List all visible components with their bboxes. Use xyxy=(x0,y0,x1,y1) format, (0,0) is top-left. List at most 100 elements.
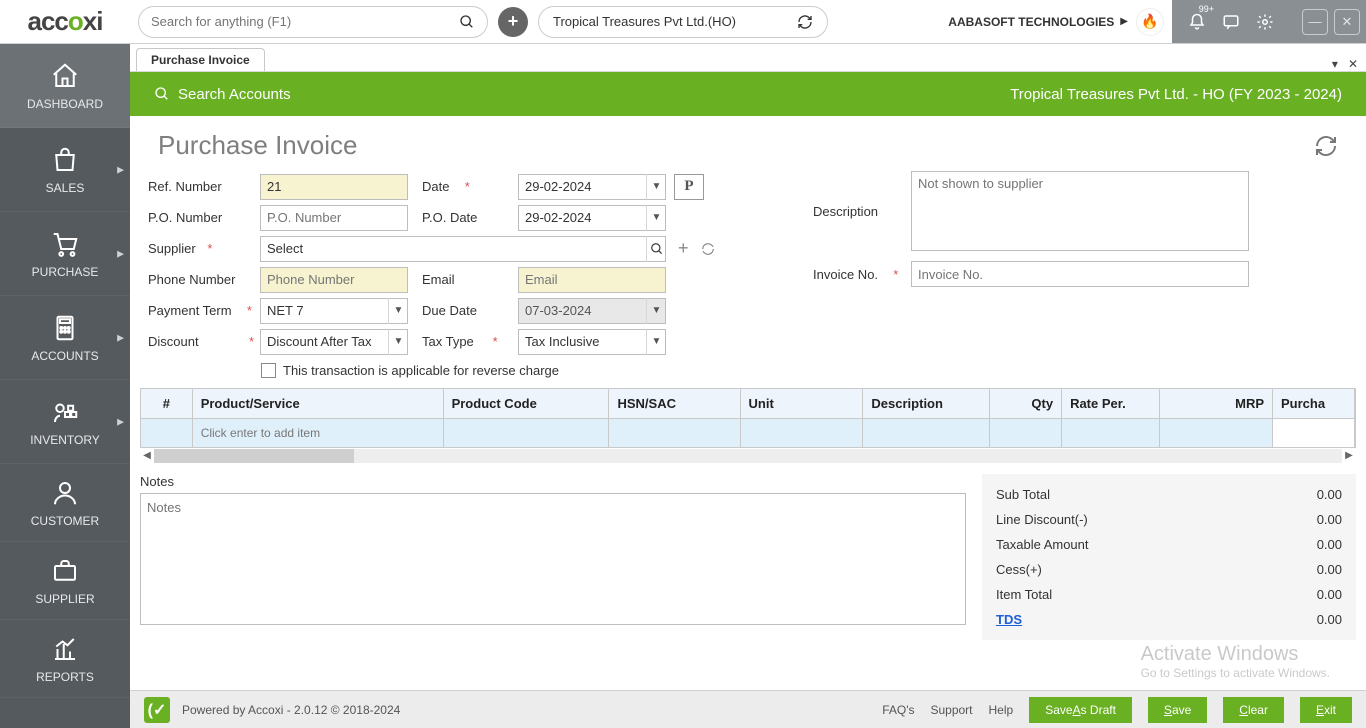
icon-cluster: 99+ xyxy=(1172,0,1290,43)
scroll-right-icon[interactable]: ▶ xyxy=(1342,450,1356,461)
sidebar-item-dashboard[interactable]: DASHBOARD xyxy=(0,44,130,128)
add-supplier-icon[interactable]: + xyxy=(678,238,689,259)
date-input[interactable] xyxy=(518,174,666,200)
col-unit[interactable]: Unit xyxy=(740,389,863,419)
col-desc[interactable]: Description xyxy=(863,389,990,419)
chat-icon[interactable] xyxy=(1214,0,1248,43)
minimize-button[interactable]: — xyxy=(1302,9,1328,35)
chevron-right-icon: ▶ xyxy=(117,332,124,343)
col-hsn[interactable]: HSN/SAC xyxy=(609,389,740,419)
ref-number-input[interactable] xyxy=(260,174,408,200)
sidebar-item-sales[interactable]: SALES ▶ xyxy=(0,128,130,212)
sidebar-item-purchase[interactable]: PURCHASE ▶ xyxy=(0,212,130,296)
notifications-icon[interactable]: 99+ xyxy=(1180,0,1214,43)
table-row[interactable]: Click enter to add item xyxy=(141,419,1355,447)
sidebar-item-label: SALES xyxy=(46,181,85,195)
description-textarea[interactable] xyxy=(911,171,1249,251)
invoice-no-input[interactable] xyxy=(911,261,1249,287)
notes-textarea[interactable] xyxy=(140,493,966,625)
save-draft-button[interactable]: Save As Draft xyxy=(1029,697,1132,723)
reverse-charge-checkbox[interactable] xyxy=(261,363,276,378)
add-button[interactable]: + xyxy=(498,7,528,37)
tab-close-icon[interactable]: ✕ xyxy=(1348,57,1358,71)
phone-label: Phone Number xyxy=(148,272,260,287)
date-label: Date * xyxy=(422,179,518,194)
tab-purchase-invoice[interactable]: Purchase Invoice xyxy=(136,48,265,71)
sidebar-item-label: REPORTS xyxy=(36,670,94,684)
tab-dropdown-icon[interactable]: ▾ xyxy=(1332,57,1338,71)
scroll-left-icon[interactable]: ◀ xyxy=(140,450,154,461)
col-qty[interactable]: Qty xyxy=(990,389,1062,419)
company-name: Tropical Treasures Pvt Ltd.(HO) xyxy=(553,14,736,29)
help-link[interactable]: Help xyxy=(989,703,1014,717)
sidebar-item-supplier[interactable]: SUPPLIER xyxy=(0,542,130,620)
powered-by: Powered by Accoxi - 2.0.12 © 2018-2024 xyxy=(182,703,400,717)
col-product[interactable]: Product/Service xyxy=(192,389,443,419)
settings-icon[interactable] xyxy=(1248,0,1282,43)
chevron-right-icon: ▶ xyxy=(117,416,124,427)
sidebar: DASHBOARD SALES ▶ PURCHASE ▶ ACCOUNTS ▶ … xyxy=(0,44,130,728)
support-link[interactable]: Support xyxy=(930,703,972,717)
sidebar-item-inventory[interactable]: INVENTORY ▶ xyxy=(0,380,130,464)
refresh-icon[interactable] xyxy=(1314,134,1338,158)
notes-label: Notes xyxy=(140,474,966,489)
save-button[interactable]: Save xyxy=(1148,697,1207,723)
clear-button[interactable]: Clear xyxy=(1223,697,1284,723)
po-date-label: P.O. Date xyxy=(422,210,518,225)
col-hash[interactable]: # xyxy=(141,389,192,419)
po-number-input[interactable] xyxy=(260,205,408,231)
search-icon xyxy=(154,86,170,102)
exit-button[interactable]: Exit xyxy=(1300,697,1352,723)
refresh-supplier-icon[interactable] xyxy=(701,242,715,256)
totals-row: Line Discount(-)0.00 xyxy=(996,507,1342,532)
discount-select[interactable] xyxy=(260,329,408,355)
reverse-charge-label: This transaction is applicable for rever… xyxy=(283,363,559,378)
faq-link[interactable]: FAQ's xyxy=(882,703,914,717)
totals-panel: Sub Total0.00 Line Discount(-)0.00 Taxab… xyxy=(982,474,1356,640)
payment-term-select[interactable] xyxy=(260,298,408,324)
search-accounts[interactable]: Search Accounts xyxy=(154,86,291,103)
col-code[interactable]: Product Code xyxy=(443,389,609,419)
topbar: accoxi + Tropical Treasures Pvt Ltd.(HO)… xyxy=(0,0,1366,44)
company-selector[interactable]: Tropical Treasures Pvt Ltd.(HO) xyxy=(538,6,828,38)
items-table: # Product/Service Product Code HSN/SAC U… xyxy=(140,388,1356,448)
sync-icon[interactable] xyxy=(797,14,813,30)
sidebar-item-label: CUSTOMER xyxy=(31,514,99,528)
sidebar-item-reports[interactable]: REPORTS xyxy=(0,620,130,698)
app-logo: accoxi xyxy=(0,6,130,37)
windows-watermark: Activate Windows Go to Settings to activ… xyxy=(1141,643,1330,680)
chevron-right-icon[interactable]: ▶ xyxy=(1120,16,1128,27)
due-date-input xyxy=(518,298,666,324)
discount-label: Discount* xyxy=(148,334,260,349)
col-mrp[interactable]: MRP xyxy=(1160,389,1273,419)
global-search-input[interactable] xyxy=(151,14,459,29)
totals-row: Cess(+)0.00 xyxy=(996,557,1342,582)
tax-type-label: Tax Type * xyxy=(422,334,518,349)
tds-link[interactable]: TDS xyxy=(996,612,1022,627)
phone-input[interactable] xyxy=(260,267,408,293)
supplier-select[interactable] xyxy=(260,236,666,262)
window-buttons: — ✕ xyxy=(1290,0,1366,43)
payment-term-label: Payment Term * xyxy=(148,303,260,318)
tax-type-select[interactable] xyxy=(518,329,666,355)
description-label: Description xyxy=(813,171,911,251)
ref-number-label: Ref. Number xyxy=(148,179,260,194)
footer: (✓ Powered by Accoxi - 2.0.12 © 2018-202… xyxy=(130,690,1366,728)
col-purch[interactable]: Purcha xyxy=(1273,389,1355,419)
p-button[interactable]: P xyxy=(674,174,704,200)
chart-icon xyxy=(50,634,80,664)
footer-logo-icon: (✓ xyxy=(144,697,170,723)
close-button[interactable]: ✕ xyxy=(1334,9,1360,35)
po-date-input[interactable] xyxy=(518,205,666,231)
sidebar-item-label: INVENTORY xyxy=(30,433,100,447)
col-rate[interactable]: Rate Per. xyxy=(1062,389,1160,419)
global-search[interactable] xyxy=(138,6,488,38)
sidebar-item-customer[interactable]: CUSTOMER xyxy=(0,464,130,542)
sidebar-item-accounts[interactable]: ACCOUNTS ▶ xyxy=(0,296,130,380)
add-item-hint[interactable]: Click enter to add item xyxy=(192,419,443,447)
table-hscroll[interactable]: ◀ ▶ xyxy=(140,448,1356,464)
tenant-name: AABASOFT TECHNOLOGIES xyxy=(948,15,1114,29)
email-input[interactable] xyxy=(518,267,666,293)
flame-icon[interactable]: 🔥 xyxy=(1136,8,1164,36)
totals-row: Taxable Amount0.00 xyxy=(996,532,1342,557)
